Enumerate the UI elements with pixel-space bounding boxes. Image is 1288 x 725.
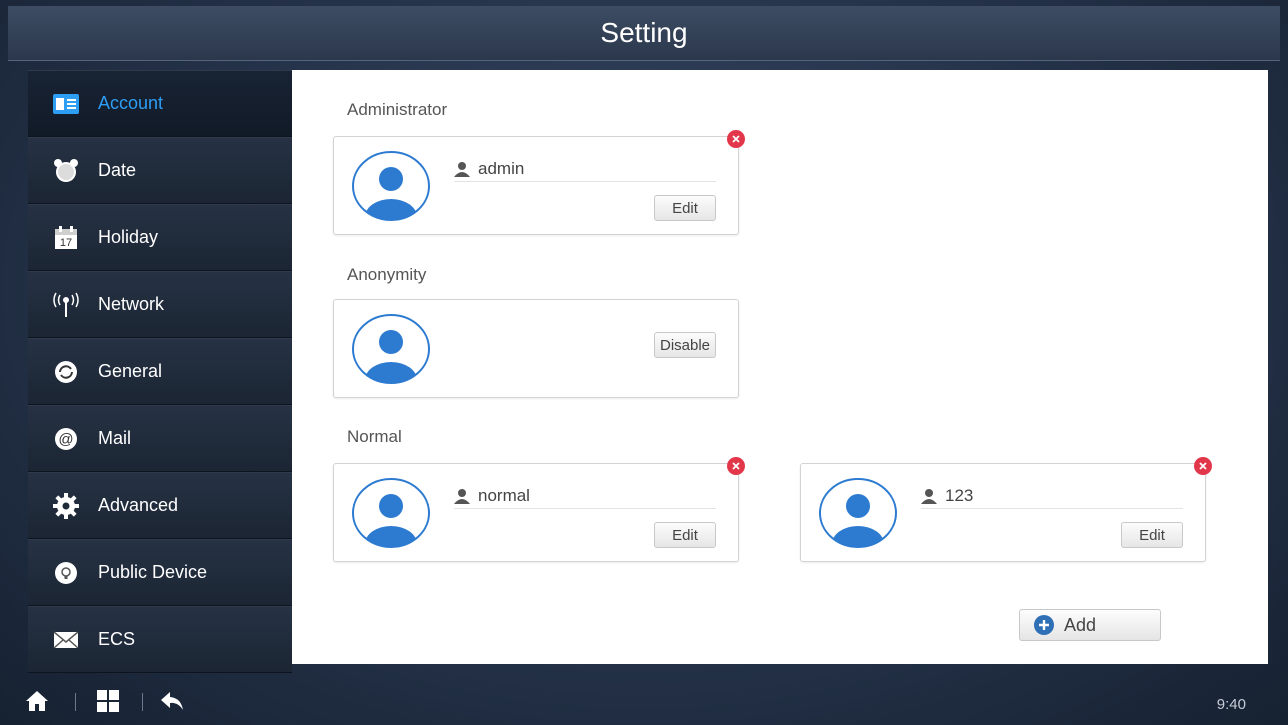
avatar xyxy=(352,151,430,221)
sidebar-item-holiday[interactable]: 17 Holiday xyxy=(28,204,292,271)
sidebar-item-label: Public Device xyxy=(98,562,208,582)
user-card-anonymity: Disable xyxy=(333,299,739,398)
sidebar-item-label: ECS xyxy=(98,629,136,649)
add-user-button[interactable]: Add xyxy=(1019,609,1161,641)
user-card-123: 123 Edit xyxy=(800,457,1212,562)
sidebar-item-label: Date xyxy=(98,160,137,180)
edit-button[interactable]: Edit xyxy=(1121,522,1183,548)
user-icon xyxy=(454,489,470,504)
grid-menu-icon[interactable] xyxy=(96,689,120,713)
user-icon xyxy=(454,162,470,177)
section-title-normal: Normal xyxy=(347,427,402,446)
user-card-admin: admin Edit xyxy=(333,130,745,235)
close-icon xyxy=(732,135,740,143)
at-sign-icon: @ xyxy=(52,425,80,453)
sidebar-item-label: Account xyxy=(98,93,164,113)
sidebar-item-general[interactable]: General xyxy=(28,338,292,405)
add-label: Add xyxy=(1064,614,1097,635)
edit-button[interactable]: Edit xyxy=(654,195,716,221)
sidebar-item-mail[interactable]: @ Mail xyxy=(28,405,292,472)
envelope-icon xyxy=(52,626,80,654)
username-row: normal xyxy=(454,484,716,509)
sidebar-item-label: Network xyxy=(98,294,165,314)
avatar xyxy=(352,478,430,548)
sidebar-item-ecs[interactable]: ECS xyxy=(28,606,292,673)
edit-button[interactable]: Edit xyxy=(654,522,716,548)
avatar xyxy=(352,314,430,384)
bottom-bar: 9:40 xyxy=(0,675,1288,725)
disable-button[interactable]: Disable xyxy=(654,332,716,358)
account-panel: Administrator admin Edit Anonymity Disab… xyxy=(292,70,1268,664)
sidebar-item-advanced[interactable]: Advanced xyxy=(28,472,292,539)
sidebar-item-network[interactable]: Network xyxy=(28,271,292,338)
clock: 9:40 xyxy=(1216,696,1246,713)
sidebar-item-label: Mail xyxy=(98,428,132,448)
delete-user-button[interactable] xyxy=(1194,457,1212,475)
delete-user-button[interactable] xyxy=(727,130,745,148)
user-icon xyxy=(921,489,937,504)
account-card-icon xyxy=(52,90,80,118)
back-arrow-icon[interactable] xyxy=(160,689,184,713)
section-title-administrator: Administrator xyxy=(347,100,448,119)
home-icon[interactable] xyxy=(25,689,49,713)
sidebar-item-label: General xyxy=(98,361,163,381)
close-icon xyxy=(1199,462,1207,470)
wireless-antenna-icon xyxy=(52,291,80,319)
username-row: admin xyxy=(454,157,716,182)
plus-icon xyxy=(1034,615,1054,635)
section-title-anonymity: Anonymity xyxy=(347,265,427,284)
alarm-clock-icon xyxy=(52,157,80,185)
sidebar-item-label: Holiday xyxy=(98,227,159,247)
username: 123 xyxy=(945,486,974,505)
sidebar-item-public-device[interactable]: Public Device xyxy=(28,539,292,606)
avatar xyxy=(819,478,897,548)
title-bar: Setting xyxy=(8,6,1280,61)
sidebar-item-label: Advanced xyxy=(98,495,179,515)
divider xyxy=(142,693,143,711)
page-title: Setting xyxy=(600,17,688,48)
delete-user-button[interactable] xyxy=(727,457,745,475)
sidebar-item-date[interactable]: Date xyxy=(28,137,292,204)
divider xyxy=(75,693,76,711)
refresh-icon xyxy=(52,358,80,386)
svg-text:17: 17 xyxy=(60,237,72,249)
sidebar-item-account[interactable]: Account xyxy=(28,70,292,137)
username: normal xyxy=(478,486,530,505)
username-row: 123 xyxy=(921,484,1183,509)
lightbulb-icon xyxy=(52,559,80,587)
user-card-normal: normal Edit xyxy=(333,457,745,562)
calendar-icon: 17 xyxy=(52,224,80,252)
gear-icon xyxy=(52,492,80,520)
close-icon xyxy=(732,462,740,470)
app-window: Setting Account Date 17 Holiday Network xyxy=(0,0,1288,725)
username: admin xyxy=(478,159,525,178)
sidebar: Account Date 17 Holiday Network General xyxy=(28,70,292,673)
svg-text:@: @ xyxy=(58,431,73,448)
